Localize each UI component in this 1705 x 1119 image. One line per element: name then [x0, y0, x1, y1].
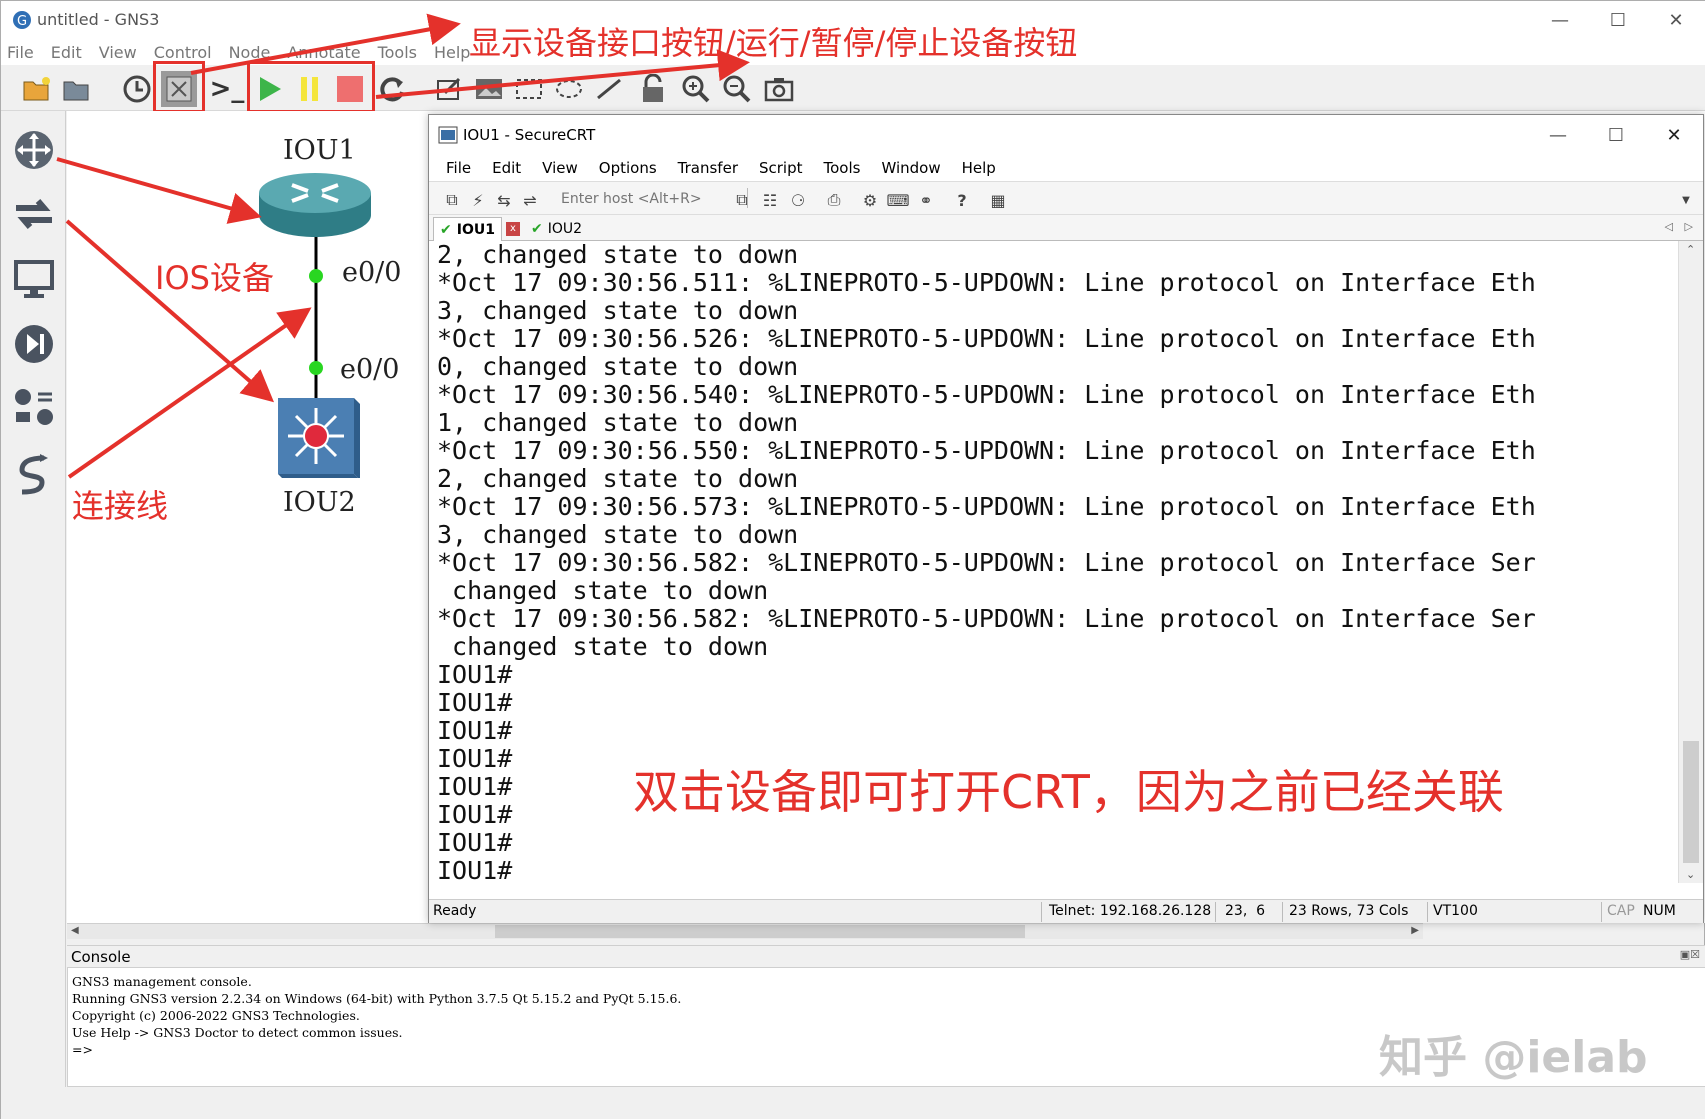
- gns3-window: G untitled - GNS3 — ☐ ✕ File Edit View C…: [0, 0, 1705, 1119]
- watermark: 知乎 @ielab: [1379, 1032, 1648, 1083]
- annotation-arrows: [56, 13, 750, 479]
- annotation-crt-note: 双击设备即可打开CRT，因为之前已经关联: [633, 765, 1504, 819]
- annotation-toolbar-note: 显示设备接口按钮/运行/暂停/停止设备按钮: [469, 24, 1078, 62]
